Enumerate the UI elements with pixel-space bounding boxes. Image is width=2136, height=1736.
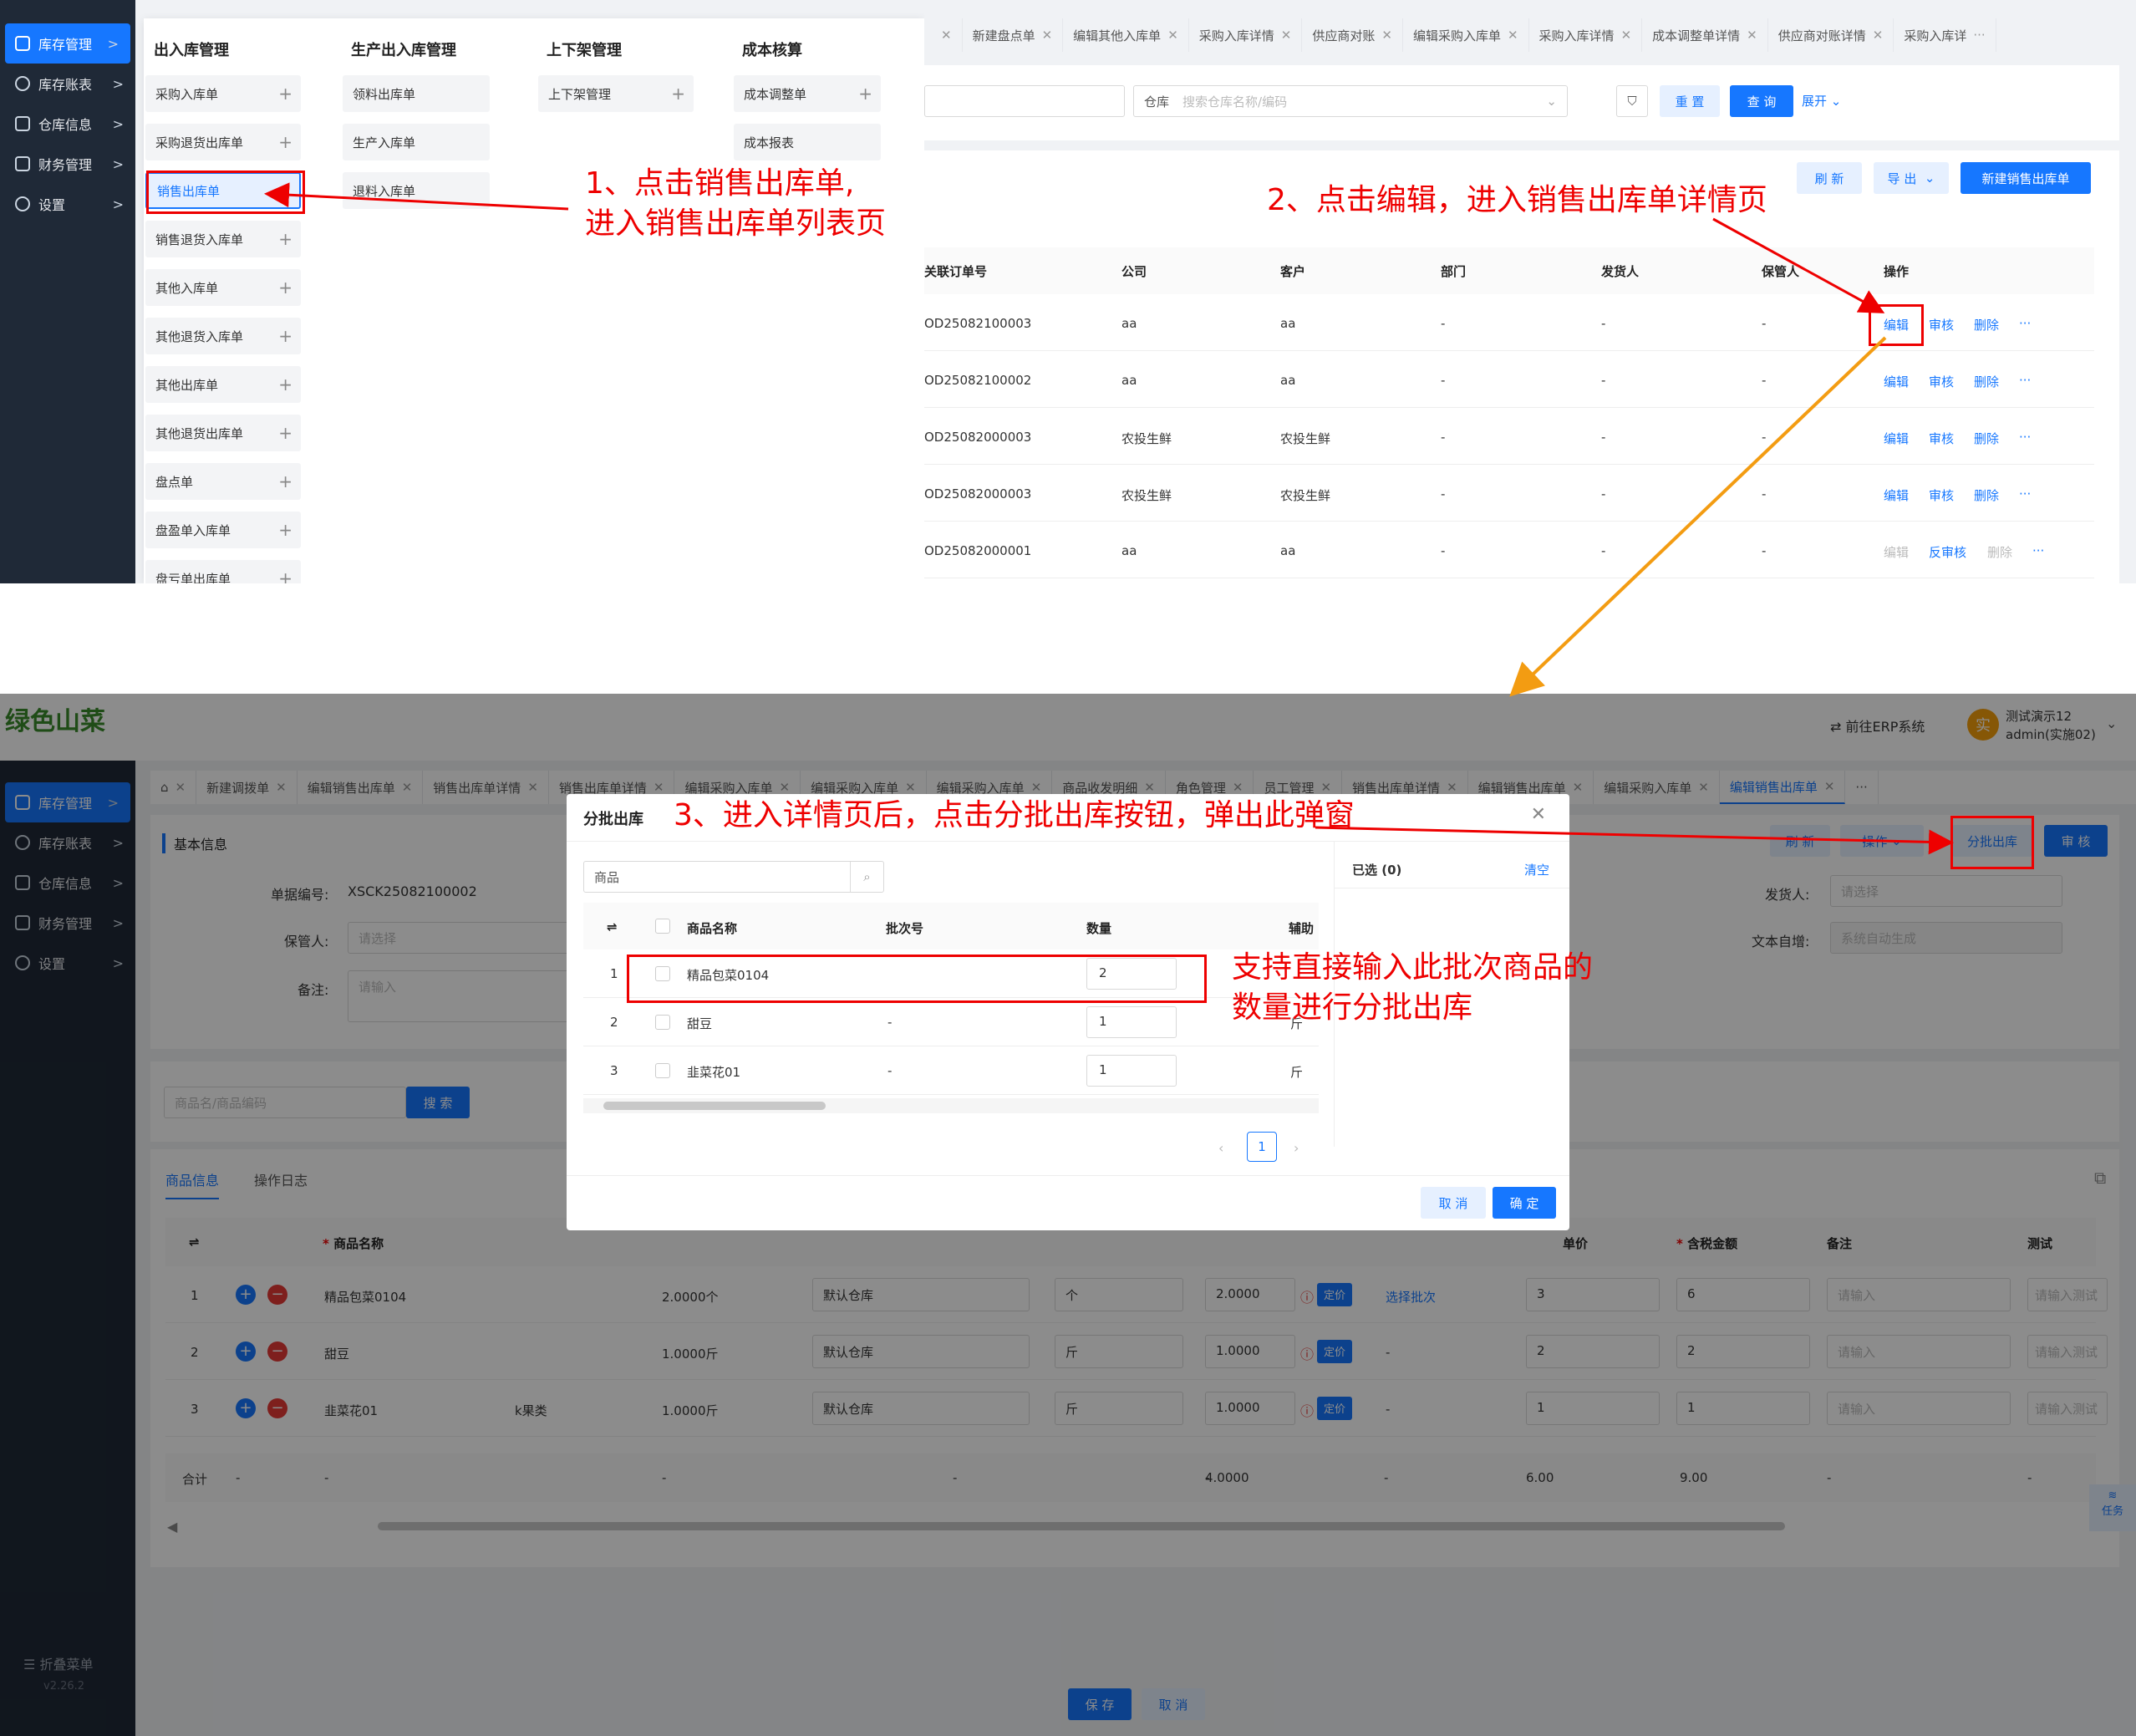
arrow-step2: [1712, 217, 1885, 313]
arrow-step3: [1315, 826, 1954, 855]
arrow-to-detail: [1509, 336, 1887, 697]
arrow-step1: [264, 182, 569, 211]
annotation-arrows: [264, 182, 1954, 855]
